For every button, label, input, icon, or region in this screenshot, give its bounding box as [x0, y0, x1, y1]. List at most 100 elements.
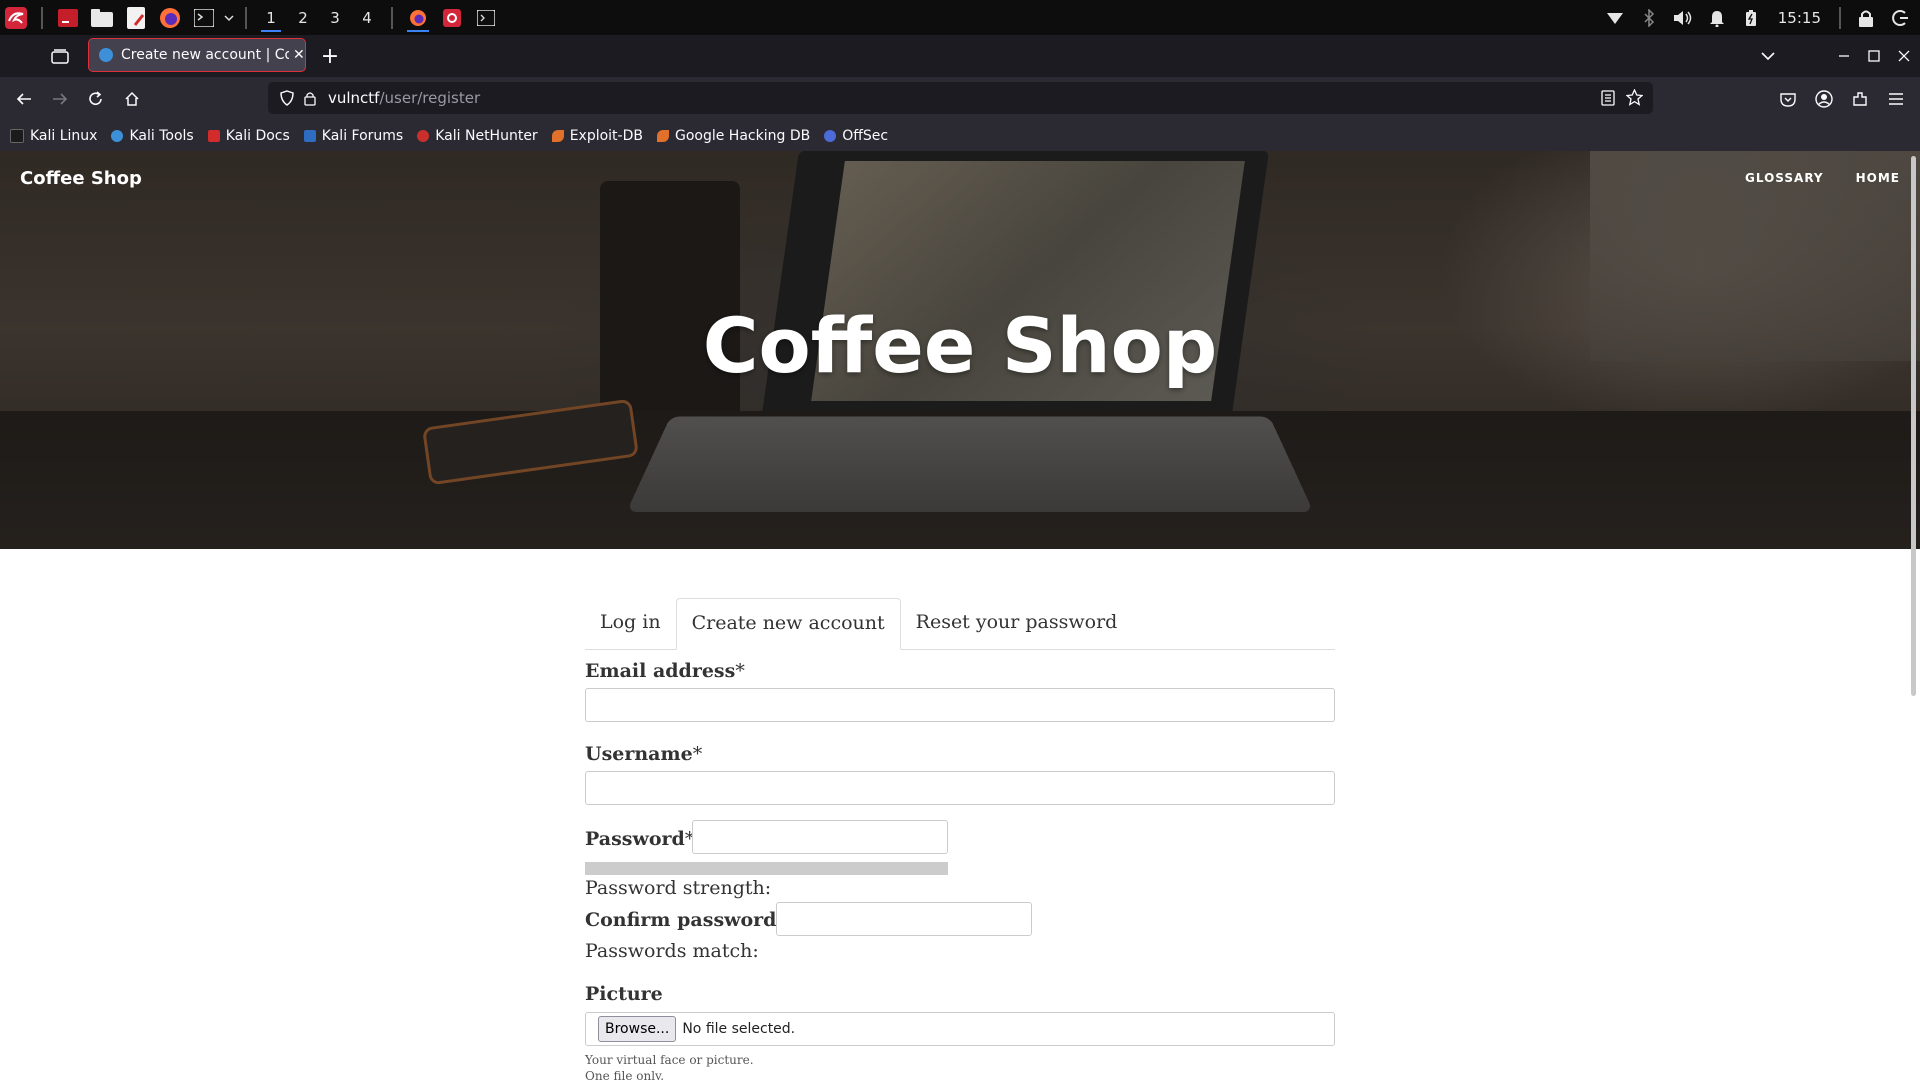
tab-reset-password[interactable]: Reset your password: [901, 598, 1133, 649]
confirm-password-field[interactable]: [776, 902, 1032, 936]
ghdb-icon: [656, 129, 669, 142]
taskbar-terminal-icon[interactable]: [474, 6, 498, 30]
browser-nav-bar: vulnctf/user/register: [0, 77, 1920, 120]
bookmark-exploit-db[interactable]: Exploit-DB: [551, 127, 643, 144]
email-label: Email address*: [585, 660, 745, 682]
close-icon[interactable]: ✕: [293, 47, 305, 63]
bookmark-offsec[interactable]: OffSec: [824, 128, 888, 144]
username-label: Username*: [585, 743, 702, 765]
tab-create-new-account[interactable]: Create new account: [675, 598, 901, 650]
bookmark-label: OffSec: [842, 127, 889, 144]
bookmark-kali-nethunter[interactable]: Kali NetHunter: [417, 128, 538, 144]
username-label-text: Username: [585, 743, 693, 765]
workspace-1[interactable]: 1: [255, 0, 287, 35]
tab-title: Create new account | Coffee Shop: [121, 47, 289, 63]
text-editor-icon[interactable]: [124, 6, 148, 30]
password-label-text: Password: [585, 828, 685, 850]
home-icon[interactable]: [120, 87, 144, 111]
offsec-icon: [824, 129, 837, 142]
reader-view-icon[interactable]: [1601, 90, 1615, 110]
taskbar-app-icon[interactable]: [440, 6, 464, 30]
bookmark-kali-linux[interactable]: Kali Linux: [10, 128, 97, 144]
list-tabs-chevron-down-icon[interactable]: [1756, 44, 1780, 68]
kali-tools-icon: [111, 129, 124, 142]
firefox-icon[interactable]: [158, 6, 182, 30]
username-field[interactable]: [585, 771, 1335, 805]
taskbar-firefox-icon[interactable]: [401, 0, 435, 35]
url-path: /user/register: [379, 89, 481, 107]
bookmark-kali-tools[interactable]: Kali Tools: [111, 127, 194, 144]
hero-banner: Coffee Shop GLOSSARY HOME Coffee Shop: [0, 151, 1920, 549]
volume-icon[interactable]: [1671, 6, 1695, 30]
bookmark-label: Kali Forums: [321, 127, 404, 144]
bookmark-kali-forums[interactable]: Kali Forums: [303, 127, 404, 144]
nav-glossary-link[interactable]: GLOSSARY: [1745, 171, 1824, 185]
minimize-icon[interactable]: [1832, 44, 1856, 68]
battery-icon[interactable]: [1739, 6, 1763, 30]
terminal-icon[interactable]: [192, 6, 216, 30]
pocket-icon[interactable]: [1776, 87, 1800, 111]
kali-docs-icon: [207, 129, 220, 142]
kali-forums-icon: [303, 129, 316, 142]
panel-separator: [41, 6, 43, 29]
notifications-icon[interactable]: [1705, 6, 1729, 30]
clock[interactable]: 15:15: [1778, 9, 1821, 27]
nav-home-link[interactable]: HOME: [1856, 171, 1900, 185]
email-field[interactable]: [585, 688, 1335, 722]
tab-log-in[interactable]: Log in: [585, 598, 676, 649]
bookmark-kali-docs[interactable]: Kali Docs: [207, 127, 290, 144]
workspace-2[interactable]: 2: [287, 0, 319, 35]
bookmark-google-hacking-db[interactable]: Google Hacking DB: [656, 127, 811, 144]
picture-upload: Browse... No file selected.: [585, 1012, 1335, 1046]
tab-create-account[interactable]: Create new account | Coffee Shop ✕: [88, 38, 306, 72]
forward-icon[interactable]: [48, 87, 72, 111]
reload-icon[interactable]: [84, 87, 108, 111]
required-mark: *: [735, 660, 745, 682]
site-brand[interactable]: Coffee Shop: [20, 168, 142, 189]
menu-hamburger-icon[interactable]: [1884, 87, 1908, 111]
account-icon[interactable]: [1812, 87, 1836, 111]
page-scrollbar[interactable]: [1911, 156, 1916, 696]
close-window-icon[interactable]: [1892, 44, 1916, 68]
extensions-icon[interactable]: [1848, 87, 1872, 111]
bookmark-star-icon[interactable]: [1625, 88, 1644, 110]
url-text[interactable]: vulnctf/user/register: [328, 89, 480, 107]
confirm-label-text: Confirm password: [585, 909, 777, 931]
bluetooth-icon[interactable]: [1637, 6, 1661, 30]
email-label-text: Email address: [585, 660, 736, 682]
lock-icon[interactable]: [304, 90, 316, 110]
url-bar[interactable]: vulnctf/user/register: [268, 82, 1653, 114]
file-manager-icon[interactable]: [90, 6, 114, 30]
password-strength-text: Password strength:: [585, 877, 772, 899]
terminal-red-icon[interactable]: [56, 6, 80, 30]
drupal-favicon-icon: [99, 48, 113, 62]
passwords-match-text: Passwords match:: [585, 940, 759, 962]
no-file-text: No file selected.: [682, 1021, 796, 1037]
url-host: vulnctf: [328, 89, 380, 107]
bookmark-label: Kali Docs: [225, 127, 290, 144]
panel-separator: [391, 6, 393, 29]
picture-label: Picture: [585, 983, 663, 1005]
bookmark-label: Exploit-DB: [569, 127, 643, 144]
maximize-icon[interactable]: [1862, 44, 1886, 68]
bookmark-label: Google Hacking DB: [674, 127, 811, 144]
back-icon[interactable]: [12, 87, 36, 111]
firefox-view-icon[interactable]: [48, 44, 72, 68]
bookmark-label: Kali Tools: [129, 127, 194, 144]
browser-tab-bar: Create new account | Coffee Shop ✕ +: [0, 35, 1920, 77]
workspace-4[interactable]: 4: [351, 0, 383, 35]
chevron-down-icon[interactable]: [223, 6, 235, 30]
required-mark: *: [692, 743, 703, 765]
password-label: Password*: [585, 828, 694, 850]
kali-menu-icon[interactable]: [4, 6, 28, 30]
workspace-3[interactable]: 3: [319, 0, 351, 35]
tracking-shield-icon[interactable]: [280, 90, 294, 110]
bookmarks-bar: Kali Linux Kali Tools Kali Docs Kali For…: [0, 120, 1920, 151]
lock-icon[interactable]: [1854, 6, 1878, 30]
network-icon[interactable]: [1603, 6, 1627, 30]
panel-separator: [1839, 6, 1841, 29]
password-field[interactable]: [692, 820, 948, 854]
new-tab-icon[interactable]: +: [318, 44, 342, 69]
browse-button[interactable]: Browse...: [598, 1016, 677, 1042]
logout-icon[interactable]: [1888, 6, 1912, 30]
